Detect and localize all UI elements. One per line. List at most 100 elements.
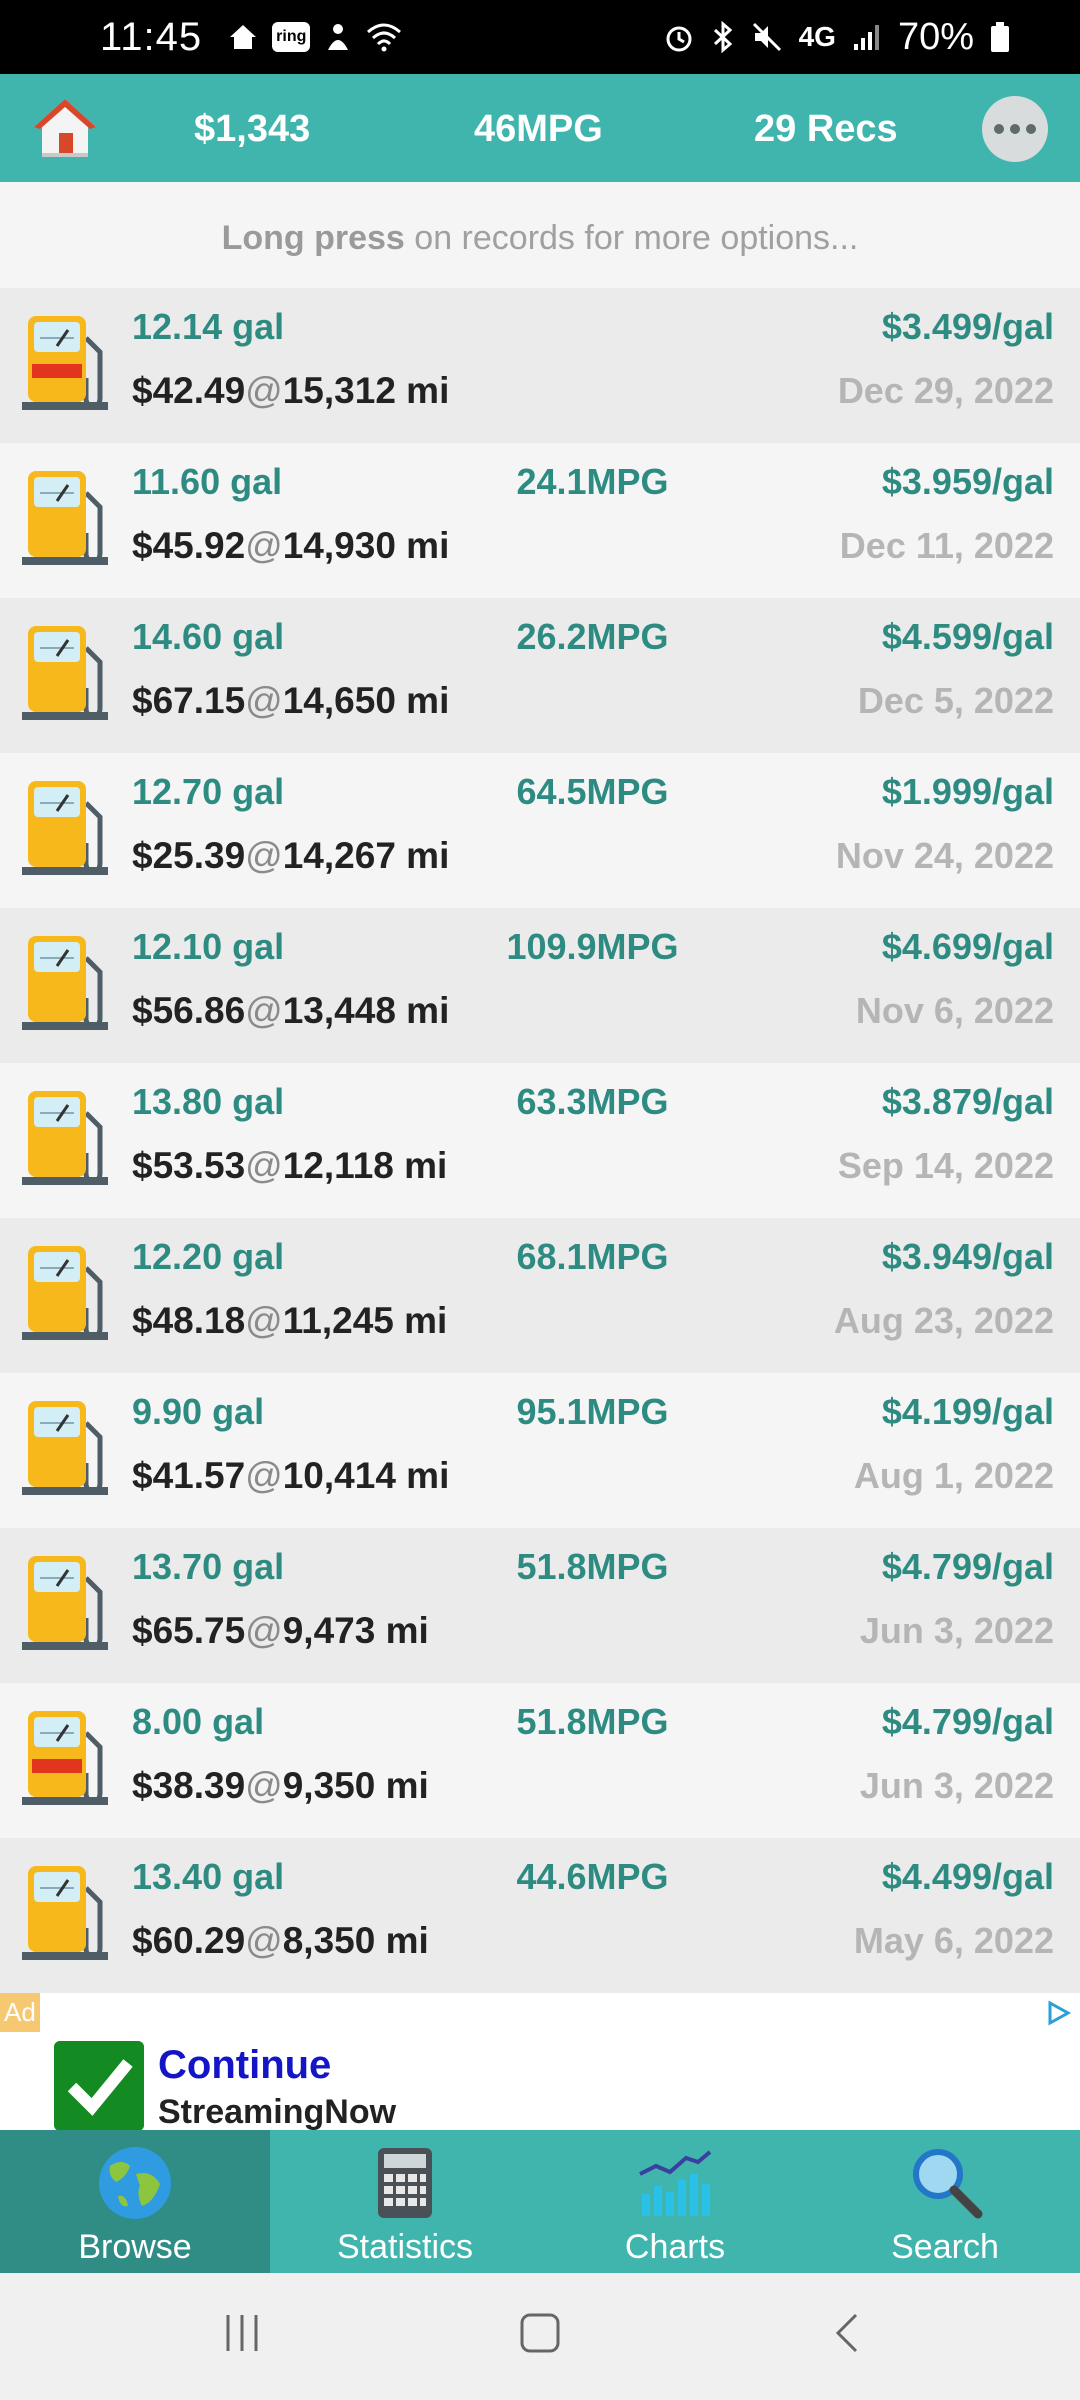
system-navigation-bar	[0, 2273, 1080, 2400]
cost-odometer: $45.92@14,930 mi	[132, 525, 449, 567]
status-bar: 11:45 ring 4G 70%	[0, 0, 1080, 74]
battery-icon	[991, 22, 1009, 52]
price-per-gallon: $4.799/gal	[881, 1701, 1054, 1742]
mpg: 44.6MPG	[516, 1856, 669, 1897]
at-sign: @	[245, 680, 283, 721]
fuel-record[interactable]: 12.20 gal 68.1MPG $3.949/gal $48.18@11,2…	[0, 1218, 1080, 1373]
cost: $48.18	[132, 1300, 246, 1341]
tab-label: Search	[891, 2228, 999, 2266]
price-per-gallon: $3.499/gal	[881, 306, 1054, 347]
fuel-record[interactable]: 14.60 gal 26.2MPG $4.599/gal $67.15@14,6…	[0, 598, 1080, 753]
gas-pump-icon	[22, 1091, 108, 1185]
at-sign: @	[245, 1920, 283, 1961]
battery-percent: 70%	[897, 15, 974, 58]
gallons: 14.60 gal	[132, 616, 285, 657]
gallons: 13.80 gal	[132, 1081, 285, 1122]
ad-banner[interactable]: Ad Continue StreamingNow	[0, 1993, 1080, 2130]
bottom-navigation: Browse Statistics Charts Search	[0, 2130, 1080, 2273]
home-notification-icon	[230, 25, 257, 49]
gallons: 12.70 gal	[132, 771, 285, 812]
record-date: Dec 5, 2022	[857, 680, 1054, 721]
person-notification-icon	[328, 24, 349, 50]
ad-choices-icon[interactable]	[1044, 1999, 1074, 2027]
at-sign: @	[245, 1455, 283, 1496]
cost-odometer: $48.18@11,245 mi	[132, 1300, 447, 1342]
mpg: 95.1MPG	[516, 1391, 669, 1432]
home-icon[interactable]	[30, 93, 100, 163]
chart-icon	[639, 2150, 712, 2216]
cost: $41.57	[132, 1455, 246, 1496]
fuel-record[interactable]: 9.90 gal 95.1MPG $4.199/gal $41.57@10,41…	[0, 1373, 1080, 1528]
gas-pump-icon	[22, 1866, 108, 1960]
dot-icon	[994, 124, 1004, 134]
records-list: 12.14 gal $3.499/gal $42.49@15,312 mi De…	[0, 288, 1080, 1993]
gallons: 11.60 gal	[132, 461, 283, 502]
at-sign: @	[245, 1145, 283, 1186]
mpg: 63.3MPG	[516, 1081, 669, 1122]
cost: $67.15	[132, 680, 246, 721]
more-options-button[interactable]	[982, 96, 1048, 162]
tab-search[interactable]: Search	[810, 2130, 1080, 2273]
odometer: 14,267 mi	[282, 835, 450, 876]
back-icon[interactable]	[826, 2311, 870, 2355]
home-nav-icon[interactable]	[518, 2311, 562, 2355]
mpg: 109.9MPG	[506, 926, 679, 967]
mpg: 24.1MPG	[516, 461, 669, 502]
fuel-record[interactable]: 8.00 gal 51.8MPG $4.799/gal $38.39@9,350…	[0, 1683, 1080, 1838]
cost-odometer: $38.39@9,350 mi	[132, 1765, 429, 1807]
record-date: Jun 3, 2022	[859, 1610, 1054, 1651]
fuel-record[interactable]: 11.60 gal 24.1MPG $3.959/gal $45.92@14,9…	[0, 443, 1080, 598]
checkmark-icon	[54, 2041, 144, 2130]
gas-pump-icon	[22, 626, 108, 720]
network-type: 4G	[798, 21, 836, 52]
wifi-icon	[367, 23, 402, 52]
bluetooth-icon	[713, 21, 732, 53]
tab-statistics[interactable]: Statistics	[270, 2130, 540, 2273]
cost-odometer: $60.29@8,350 mi	[132, 1920, 429, 1962]
tab-charts[interactable]: Charts	[540, 2130, 810, 2273]
price-per-gallon: $3.879/gal	[881, 1081, 1054, 1122]
cost-odometer: $42.49@15,312 mi	[132, 370, 449, 412]
long-press-hint: Long press on records for more options..…	[0, 182, 1080, 288]
fuel-record[interactable]: 12.14 gal $3.499/gal $42.49@15,312 mi De…	[0, 288, 1080, 443]
odometer: 14,650 mi	[282, 680, 450, 721]
price-per-gallon: $4.599/gal	[881, 616, 1054, 657]
record-date: Nov 24, 2022	[835, 835, 1054, 876]
mute-icon	[752, 22, 781, 52]
gas-pump-icon	[22, 936, 108, 1030]
mpg: 64.5MPG	[516, 771, 669, 812]
at-sign: @	[245, 835, 283, 876]
recent-apps-icon[interactable]	[220, 2311, 264, 2355]
cost-odometer: $53.53@12,118 mi	[132, 1145, 447, 1187]
tab-label: Charts	[624, 2228, 726, 2266]
gas-pump-icon	[22, 1556, 108, 1650]
cost: $25.39	[132, 835, 246, 876]
odometer: 12,118 mi	[282, 1145, 448, 1186]
gallons: 12.20 gal	[132, 1236, 285, 1277]
odometer: 11,245 mi	[282, 1300, 448, 1341]
cost: $42.49	[132, 370, 246, 411]
record-date: Sep 14, 2022	[837, 1145, 1054, 1186]
odometer: 8,350 mi	[282, 1920, 429, 1961]
hint-text: on records for more options...	[404, 219, 859, 257]
record-date: Aug 23, 2022	[833, 1300, 1054, 1341]
fuel-record[interactable]: 13.40 gal 44.6MPG $4.499/gal $60.29@8,35…	[0, 1838, 1080, 1993]
price-per-gallon: $1.999/gal	[881, 771, 1054, 812]
gallons: 9.90 gal	[132, 1391, 265, 1432]
magnifier-icon	[913, 2149, 983, 2219]
fuel-record[interactable]: 13.80 gal 63.3MPG $3.879/gal $53.53@12,1…	[0, 1063, 1080, 1218]
at-sign: @	[245, 370, 283, 411]
cost: $53.53	[132, 1145, 246, 1186]
ad-title: Continue	[158, 2043, 332, 2087]
price-per-gallon: $4.499/gal	[881, 1856, 1054, 1897]
fuel-record[interactable]: 12.70 gal 64.5MPG $1.999/gal $25.39@14,2…	[0, 753, 1080, 908]
tab-browse[interactable]: Browse	[0, 2130, 270, 2273]
signal-icon	[853, 25, 879, 50]
odometer: 10,414 mi	[282, 1455, 450, 1496]
fuel-record[interactable]: 12.10 gal 109.9MPG $4.699/gal $56.86@13,…	[0, 908, 1080, 1063]
fuel-record[interactable]: 13.70 gal 51.8MPG $4.799/gal $65.75@9,47…	[0, 1528, 1080, 1683]
price-per-gallon: $4.699/gal	[881, 926, 1054, 967]
at-sign: @	[245, 1300, 283, 1341]
alarm-icon	[666, 26, 692, 52]
globe-icon	[99, 2147, 171, 2219]
